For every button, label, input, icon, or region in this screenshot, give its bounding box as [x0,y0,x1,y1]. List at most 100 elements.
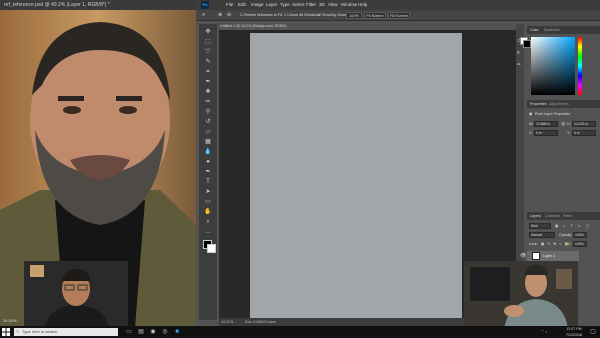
layer-kind-filter[interactable]: Kind [529,223,551,229]
clone-stamp-tool-icon[interactable]: ⚲ [204,108,212,116]
y-field[interactable]: 0 in [572,130,596,136]
layer-filter-icons[interactable]: ▣ ◐ T ▭ ▢ [555,224,591,228]
layers-icon[interactable]: ≡ [517,50,520,56]
ps-logo-icon[interactable]: Ps [201,1,209,9]
webcam-overlay-left [24,261,128,329]
tab-swatches[interactable]: Swatches [544,26,560,34]
obs-icon[interactable]: ◎ [161,328,169,336]
eyedropper-tool-icon[interactable]: ✒ [204,78,212,86]
options-bar: ⌕ ⊕ ⊖ ☐ Resize Windows to Fit ☐ Zoom All… [196,10,600,21]
zoom-all-label: Zoom All Windows [288,13,320,17]
y-label: Y: [567,131,571,135]
color-panel-background-swatch[interactable] [523,40,531,48]
pixel-layer-icon: ▣ [529,112,533,116]
menu-help[interactable]: Help [358,0,367,10]
tab-channels[interactable]: Channels [545,212,560,220]
tab-color[interactable]: Color [530,26,539,34]
type-tool-icon[interactable]: T [204,178,212,186]
layer-thumbnail [532,252,540,260]
system-tray-icons[interactable]: ⌃ ♪ [540,328,548,336]
tab-layers[interactable]: Layers [530,212,541,220]
menu-filter[interactable]: Filter [306,0,316,10]
task-view-icon[interactable]: ▭ [125,328,133,336]
reference-window-title[interactable]: ref_reference.psd @ 49.2% (Layer 1, RGB/… [0,0,196,10]
document-canvas[interactable] [250,33,462,318]
color-picker-field[interactable] [531,37,575,95]
menu-view[interactable]: View [328,0,338,10]
layer-name[interactable]: Layer 1 [543,252,555,260]
dodge-tool-icon[interactable]: ● [204,158,212,166]
zoom-tool-icon[interactable]: ⌕ [202,12,205,19]
x-label: X: [529,131,533,135]
marquee-tool-icon[interactable]: ⬚ [204,38,212,46]
menu-type[interactable]: Type [280,0,290,10]
path-select-tool-icon[interactable]: ➤ [204,188,212,196]
link-icon[interactable]: ⛓ [561,122,566,126]
hue-slider[interactable] [578,37,582,95]
brush-settings-icon[interactable]: ✏ [517,62,521,68]
status-doc-size: Doc: 6.59M/0 bytes [245,320,276,324]
background-color-swatch[interactable] [207,244,216,253]
search-placeholder: Type here to search [22,329,58,334]
windows-start-icon[interactable] [2,328,10,336]
zoom-in-icon[interactable]: ⊕ [218,12,222,19]
fill-screen-button[interactable]: Fill Screen [388,12,410,19]
tab-adjustments[interactable]: Adjustments [549,100,569,108]
tools-panel: ✥ ⬚ ➰ ✎ ⌗ ✒ ✚ ✏ ⚲ ↺ ▱ ▦ 💧 ● ✒ T ➤ ▭ ✋ ⌕ … [199,24,217,320]
quick-select-tool-icon[interactable]: ✎ [204,58,212,66]
zoom-tool-icon-sidebar[interactable]: ⌕ [204,218,212,226]
blur-tool-icon[interactable]: 💧 [204,148,212,156]
properties-panel-tabs: Properties Adjustments [527,100,600,108]
lock-label: Lock: [529,242,538,246]
photoshop-taskbar-icon[interactable]: ■ [173,328,181,336]
eraser-tool-icon[interactable]: ▱ [204,128,212,136]
hand-tool-icon[interactable]: ✋ [204,208,212,216]
taskbar-search-input[interactable]: ○ Type here to search [14,328,118,336]
status-zoom[interactable]: 44.22% [221,318,233,326]
menu-window[interactable]: Window [341,0,357,10]
menu-layer[interactable]: Layer [266,0,277,10]
resize-windows-label: Resize Windows to Fit [244,13,283,17]
menu-edit[interactable]: Edit [238,0,246,10]
menu-file[interactable]: File [226,0,233,10]
height-field[interactable]: 14.222 in [572,121,596,127]
zoom-all-checkbox[interactable]: ☐ Zoom All Windows [284,12,320,19]
blend-mode-select[interactable]: Normal [529,232,555,238]
gradient-tool-icon[interactable]: ▦ [204,138,212,146]
lasso-tool-icon[interactable]: ➰ [204,48,212,56]
healing-tool-icon[interactable]: ✚ [204,88,212,96]
clock-date: 7/13/2018 [566,333,582,337]
pen-tool-icon[interactable]: ✒ [204,168,212,176]
tab-paths[interactable]: Paths [563,212,572,220]
zoom-100-button[interactable]: 100% [346,12,362,19]
crop-tool-icon[interactable]: ⌗ [204,68,212,76]
more-tools-icon[interactable]: … [204,228,212,236]
file-explorer-icon[interactable]: ▤ [137,328,145,336]
zoom-out-icon[interactable]: ⊖ [227,12,231,19]
width-field[interactable]: 10.668 in [534,121,558,127]
menu-select[interactable]: Select [292,0,305,10]
opacity-field[interactable]: 100% [573,232,587,238]
x-field[interactable]: 0 in [534,130,558,136]
tab-properties[interactable]: Properties [530,100,546,108]
chrome-icon[interactable]: ◉ [149,328,157,336]
taskbar-clock[interactable]: 12:07 PM 7/13/2018 [562,326,586,338]
menu-image[interactable]: Image [251,0,264,10]
menu-3d[interactable]: 3D [319,0,325,10]
color-panel-tabs: Color Swatches [527,26,600,34]
properties-heading: Pixel Layer Properties [535,112,571,116]
history-brush-tool-icon[interactable]: ↺ [204,118,212,126]
height-label: H: [567,122,571,126]
fit-screen-button[interactable]: Fit Screen [364,12,386,19]
notifications-icon[interactable]: ▢ [589,328,597,336]
fill-field[interactable]: 100% [573,241,587,247]
move-tool-icon[interactable]: ✥ [204,28,212,36]
scrubby-zoom-label: Scrubby Zoom [322,13,348,17]
shape-tool-icon[interactable]: ▭ [204,198,212,206]
scrubby-zoom-checkbox[interactable]: ☑ Scrubby Zoom [318,12,347,19]
resize-windows-checkbox[interactable]: ☐ Resize Windows to Fit [240,12,282,19]
brush-tool-icon[interactable]: ✏ [204,98,212,106]
layer-visibility-icon[interactable]: 👁 [520,252,526,260]
reference-zoom-readout: 24.00% [3,318,17,323]
document-tab[interactable]: Untitled-1 @ 44.2% (Background, RGB/8) [220,22,290,30]
